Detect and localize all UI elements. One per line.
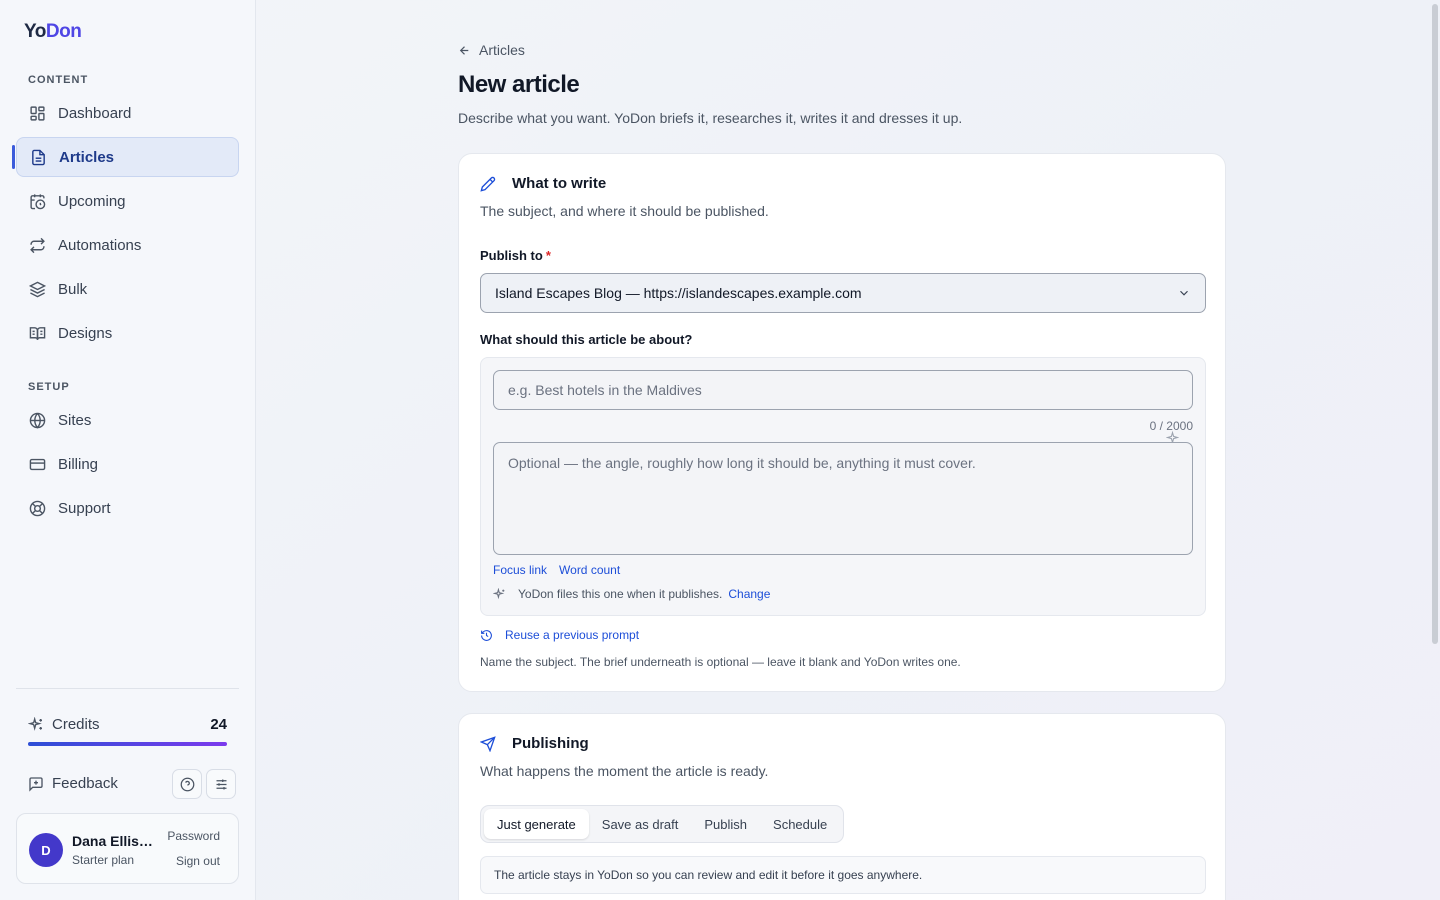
sidebar-item-label: Automations	[58, 236, 142, 254]
brief-textarea[interactable]	[493, 442, 1193, 555]
user-plan: Starter plan	[72, 853, 135, 867]
prompt-links: Focus link Word count	[493, 563, 620, 577]
section-label-content: CONTENT	[28, 74, 89, 86]
sidebar-item-automations[interactable]: Automations	[16, 225, 239, 265]
focus-link[interactable]: Focus link	[493, 563, 547, 577]
feedback-button[interactable]: Feedback	[28, 775, 118, 792]
sidebar-item-label: Bulk	[58, 280, 88, 298]
publishing-note: The article stays in YoDon so you can re…	[480, 856, 1206, 894]
settings-button[interactable]	[206, 769, 236, 799]
user-card: D Dana Ellis… Starter plan Password Sign…	[16, 813, 239, 884]
change-link[interactable]: Change	[728, 587, 770, 601]
life-buoy-icon	[28, 499, 46, 517]
credits-widget[interactable]: Credits 24	[28, 716, 227, 746]
calendar-clock-icon	[28, 192, 46, 210]
document-icon	[29, 148, 47, 166]
book-open-icon	[28, 324, 46, 342]
sidebar-item-dashboard[interactable]: Dashboard	[16, 93, 239, 133]
sidebar-item-upcoming[interactable]: Upcoming	[16, 181, 239, 221]
chevron-down-icon	[1177, 286, 1191, 300]
publish-to-select[interactable]: Island Escapes Blog — https://islandesca…	[480, 273, 1206, 313]
reuse-prompt-label: Reuse a previous prompt	[505, 628, 640, 642]
publishing-mode-tabs: Just generate Save as draft Publish Sche…	[480, 805, 845, 843]
brand-name-part2: Don	[45, 21, 82, 42]
globe-icon	[28, 411, 46, 429]
page-title: New article	[458, 71, 580, 98]
reuse-prompt-link[interactable]: Reuse a previous prompt	[480, 628, 639, 642]
credits-count: 24	[210, 716, 227, 733]
credits-label: Credits	[52, 716, 100, 733]
message-square-plus-icon	[28, 776, 44, 792]
send-icon	[480, 735, 504, 752]
scrollbar[interactable]	[1432, 4, 1438, 644]
sidebar-item-label: Support	[58, 499, 111, 517]
sidebar-item-sites[interactable]: Sites	[16, 400, 239, 440]
sidebar-item-articles[interactable]: Articles	[16, 137, 239, 177]
layers-icon	[28, 280, 46, 298]
history-icon	[480, 629, 499, 642]
about-label: What should this article be about?	[480, 332, 693, 347]
credit-card-icon	[28, 455, 46, 473]
card-title: Publishing	[480, 735, 589, 752]
sparkles-icon	[493, 587, 512, 601]
dashboard-icon	[28, 104, 46, 122]
brand-logo[interactable]: YoDon	[24, 21, 82, 43]
tab-publish[interactable]: Publish	[691, 809, 760, 839]
credits-progress-bar	[28, 742, 227, 746]
sidebar-item-label: Articles	[59, 148, 115, 166]
card-title: What to write	[480, 175, 606, 192]
card-title-text: Publishing	[512, 735, 589, 752]
password-link[interactable]: Password	[167, 829, 220, 843]
files-text: YoDon files this one when it publishes.	[518, 587, 723, 601]
prompt-box: 0 / 2000 Focus link Word count YoDon fil…	[480, 357, 1206, 616]
sidebar-item-label: Dashboard	[58, 104, 132, 122]
tab-just-generate[interactable]: Just generate	[484, 809, 589, 839]
sidebar-item-billing[interactable]: Billing	[16, 444, 239, 484]
tab-save-as-draft[interactable]: Save as draft	[589, 809, 692, 839]
card-subtitle: What happens the moment the article is r…	[480, 763, 769, 779]
sidebar-item-support[interactable]: Support	[16, 488, 239, 528]
help-button[interactable]	[172, 769, 202, 799]
pencil-icon	[480, 176, 504, 192]
sliders-icon	[214, 777, 229, 792]
sidebar-divider	[16, 688, 239, 689]
sparkles-icon	[28, 716, 44, 733]
subject-input[interactable]	[493, 370, 1193, 410]
word-count-link[interactable]: Word count	[559, 563, 620, 577]
feedback-label: Feedback	[52, 775, 118, 792]
publish-to-label: Publish to *	[480, 248, 551, 263]
help-circle-icon	[180, 777, 195, 792]
avatar[interactable]: D	[29, 833, 63, 867]
repeat-icon	[28, 236, 46, 254]
sidebar: YoDon CONTENT Dashboard Articles Upcomin…	[0, 0, 256, 900]
back-link-label: Articles	[479, 42, 525, 58]
files-row: YoDon files this one when it publishes. …	[493, 587, 770, 601]
sidebar-item-label: Sites	[58, 411, 92, 429]
user-name: Dana Ellis…	[72, 833, 153, 849]
sidebar-item-label: Designs	[58, 324, 113, 342]
sidebar-item-designs[interactable]: Designs	[16, 313, 239, 353]
active-indicator	[12, 145, 15, 169]
card-subtitle: The subject, and where it should be publ…	[480, 203, 769, 219]
sidebar-item-label: Billing	[58, 455, 99, 473]
sidebar-item-bulk[interactable]: Bulk	[16, 269, 239, 309]
what-to-write-card: What to write The subject, and where it …	[458, 153, 1226, 692]
sidebar-item-label: Upcoming	[58, 192, 126, 210]
card-title-text: What to write	[512, 175, 607, 192]
required-marker: *	[545, 248, 551, 263]
back-link[interactable]: Articles	[458, 42, 525, 58]
publishing-card: Publishing What happens the moment the a…	[458, 713, 1226, 900]
hint-text: Name the subject. The brief underneath i…	[480, 655, 961, 669]
publish-to-label-text: Publish to	[480, 248, 543, 263]
section-label-setup: SETUP	[28, 381, 70, 393]
page-subtitle: Describe what you want. YoDon briefs it,…	[458, 110, 963, 126]
arrow-left-icon	[458, 44, 479, 57]
brand-name-part1: Yo	[24, 21, 46, 42]
publish-to-value: Island Escapes Blog — https://islandesca…	[495, 285, 862, 301]
sign-out-link[interactable]: Sign out	[176, 854, 220, 868]
tab-schedule[interactable]: Schedule	[760, 809, 840, 839]
